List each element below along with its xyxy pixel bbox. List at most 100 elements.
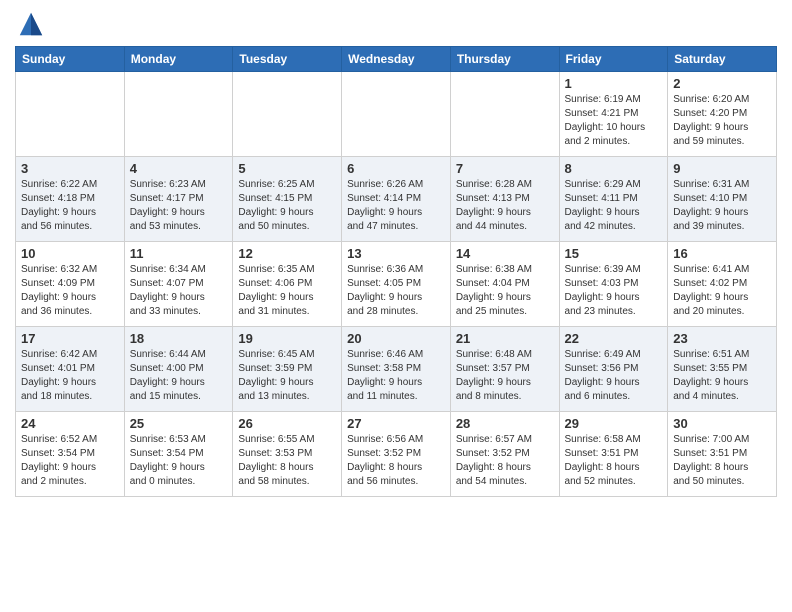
day-number: 18	[130, 331, 228, 346]
day-info: Sunrise: 6:39 AM Sunset: 4:03 PM Dayligh…	[565, 263, 663, 319]
day-number: 2	[673, 76, 771, 91]
day-number: 21	[456, 331, 554, 346]
day-number: 15	[565, 246, 663, 261]
day-number: 4	[130, 161, 228, 176]
day-number: 13	[347, 246, 445, 261]
day-number: 22	[565, 331, 663, 346]
day-number: 10	[21, 246, 119, 261]
calendar-cell	[342, 72, 451, 157]
day-number: 23	[673, 331, 771, 346]
calendar-cell: 13 Sunrise: 6:36 AM Sunset: 4:05 PM Dayli…	[342, 242, 451, 327]
calendar-table: SundayMondayTuesdayWednesdayThursdayFrid…	[15, 46, 777, 497]
weekday-header-wednesday: Wednesday	[342, 47, 451, 72]
day-number: 6	[347, 161, 445, 176]
calendar-cell: 11 Sunrise: 6:34 AM Sunset: 4:07 PM Dayli…	[124, 242, 233, 327]
day-number: 28	[456, 416, 554, 431]
calendar-cell: 21 Sunrise: 6:48 AM Sunset: 3:57 PM Dayli…	[450, 327, 559, 412]
calendar-cell: 15 Sunrise: 6:39 AM Sunset: 4:03 PM Dayli…	[559, 242, 668, 327]
calendar-cell: 16 Sunrise: 6:41 AM Sunset: 4:02 PM Dayli…	[668, 242, 777, 327]
day-info: Sunrise: 6:29 AM Sunset: 4:11 PM Dayligh…	[565, 178, 663, 234]
day-info: Sunrise: 6:45 AM Sunset: 3:59 PM Dayligh…	[238, 348, 336, 404]
day-number: 8	[565, 161, 663, 176]
day-info: Sunrise: 6:32 AM Sunset: 4:09 PM Dayligh…	[21, 263, 119, 319]
day-info: Sunrise: 6:19 AM Sunset: 4:21 PM Dayligh…	[565, 93, 663, 149]
day-info: Sunrise: 6:28 AM Sunset: 4:13 PM Dayligh…	[456, 178, 554, 234]
calendar-cell: 17Sunrise: 6:42 AM Sunset: 4:01 PM Dayli…	[16, 327, 125, 412]
calendar-cell: 2 Sunrise: 6:20 AM Sunset: 4:20 PM Daylig…	[668, 72, 777, 157]
day-info: Sunrise: 6:42 AM Sunset: 4:01 PM Dayligh…	[21, 348, 119, 404]
calendar-cell	[450, 72, 559, 157]
day-info: Sunrise: 6:31 AM Sunset: 4:10 PM Dayligh…	[673, 178, 771, 234]
calendar-page: SundayMondayTuesdayWednesdayThursdayFrid…	[0, 0, 792, 512]
day-info: Sunrise: 6:51 AM Sunset: 3:55 PM Dayligh…	[673, 348, 771, 404]
weekday-header-tuesday: Tuesday	[233, 47, 342, 72]
day-info: Sunrise: 6:22 AM Sunset: 4:18 PM Dayligh…	[21, 178, 119, 234]
calendar-cell: 18Sunrise: 6:44 AM Sunset: 4:00 PM Dayli…	[124, 327, 233, 412]
day-number: 12	[238, 246, 336, 261]
calendar-cell: 23 Sunrise: 6:51 AM Sunset: 3:55 PM Dayli…	[668, 327, 777, 412]
calendar-cell: 9 Sunrise: 6:31 AM Sunset: 4:10 PM Daylig…	[668, 157, 777, 242]
logo-icon	[17, 10, 45, 38]
calendar-cell: 5Sunrise: 6:25 AM Sunset: 4:15 PM Daylig…	[233, 157, 342, 242]
day-info: Sunrise: 7:00 AM Sunset: 3:51 PM Dayligh…	[673, 433, 771, 489]
calendar-cell: 25 Sunrise: 6:53 AM Sunset: 3:54 PM Dayli…	[124, 412, 233, 497]
day-number: 1	[565, 76, 663, 91]
day-info: Sunrise: 6:35 AM Sunset: 4:06 PM Dayligh…	[238, 263, 336, 319]
day-number: 11	[130, 246, 228, 261]
day-info: Sunrise: 6:57 AM Sunset: 3:52 PM Dayligh…	[456, 433, 554, 489]
day-number: 29	[565, 416, 663, 431]
calendar-cell: 20Sunrise: 6:46 AM Sunset: 3:58 PM Dayli…	[342, 327, 451, 412]
day-info: Sunrise: 6:38 AM Sunset: 4:04 PM Dayligh…	[456, 263, 554, 319]
day-number: 7	[456, 161, 554, 176]
calendar-cell: 3 Sunrise: 6:22 AM Sunset: 4:18 PM Daylig…	[16, 157, 125, 242]
day-info: Sunrise: 6:23 AM Sunset: 4:17 PM Dayligh…	[130, 178, 228, 234]
day-number: 30	[673, 416, 771, 431]
calendar-cell: 26 Sunrise: 6:55 AM Sunset: 3:53 PM Dayli…	[233, 412, 342, 497]
day-info: Sunrise: 6:20 AM Sunset: 4:20 PM Dayligh…	[673, 93, 771, 149]
day-info: Sunrise: 6:56 AM Sunset: 3:52 PM Dayligh…	[347, 433, 445, 489]
day-info: Sunrise: 6:55 AM Sunset: 3:53 PM Dayligh…	[238, 433, 336, 489]
calendar-cell	[16, 72, 125, 157]
day-number: 3	[21, 161, 119, 176]
logo	[15, 10, 45, 38]
day-number: 9	[673, 161, 771, 176]
header	[15, 10, 777, 38]
calendar-week-5: 24Sunrise: 6:52 AM Sunset: 3:54 PM Dayli…	[16, 412, 777, 497]
day-number: 16	[673, 246, 771, 261]
calendar-cell	[233, 72, 342, 157]
calendar-cell: 27 Sunrise: 6:56 AM Sunset: 3:52 PM Dayli…	[342, 412, 451, 497]
day-info: Sunrise: 6:53 AM Sunset: 3:54 PM Dayligh…	[130, 433, 228, 489]
day-info: Sunrise: 6:58 AM Sunset: 3:51 PM Dayligh…	[565, 433, 663, 489]
weekday-header-monday: Monday	[124, 47, 233, 72]
calendar-cell: 10 Sunrise: 6:32 AM Sunset: 4:09 PM Dayli…	[16, 242, 125, 327]
calendar-cell: 30 Sunrise: 7:00 AM Sunset: 3:51 PM Dayli…	[668, 412, 777, 497]
calendar-cell: 24Sunrise: 6:52 AM Sunset: 3:54 PM Dayli…	[16, 412, 125, 497]
day-info: Sunrise: 6:46 AM Sunset: 3:58 PM Dayligh…	[347, 348, 445, 404]
calendar-cell: 4 Sunrise: 6:23 AM Sunset: 4:17 PM Daylig…	[124, 157, 233, 242]
calendar-week-3: 10 Sunrise: 6:32 AM Sunset: 4:09 PM Dayli…	[16, 242, 777, 327]
day-info: Sunrise: 6:49 AM Sunset: 3:56 PM Dayligh…	[565, 348, 663, 404]
day-number: 26	[238, 416, 336, 431]
calendar-cell: 22 Sunrise: 6:49 AM Sunset: 3:56 PM Dayli…	[559, 327, 668, 412]
calendar-cell	[124, 72, 233, 157]
day-number: 19	[238, 331, 336, 346]
day-info: Sunrise: 6:36 AM Sunset: 4:05 PM Dayligh…	[347, 263, 445, 319]
weekday-header-sunday: Sunday	[16, 47, 125, 72]
weekday-header-friday: Friday	[559, 47, 668, 72]
logo-area	[15, 10, 45, 38]
calendar-cell: 8 Sunrise: 6:29 AM Sunset: 4:11 PM Daylig…	[559, 157, 668, 242]
day-info: Sunrise: 6:41 AM Sunset: 4:02 PM Dayligh…	[673, 263, 771, 319]
day-number: 25	[130, 416, 228, 431]
day-info: Sunrise: 6:34 AM Sunset: 4:07 PM Dayligh…	[130, 263, 228, 319]
day-info: Sunrise: 6:52 AM Sunset: 3:54 PM Dayligh…	[21, 433, 119, 489]
weekday-header-thursday: Thursday	[450, 47, 559, 72]
calendar-week-1: 1 Sunrise: 6:19 AM Sunset: 4:21 PM Daylig…	[16, 72, 777, 157]
calendar-cell: 7 Sunrise: 6:28 AM Sunset: 4:13 PM Daylig…	[450, 157, 559, 242]
calendar-cell: 19 Sunrise: 6:45 AM Sunset: 3:59 PM Dayli…	[233, 327, 342, 412]
calendar-cell: 29 Sunrise: 6:58 AM Sunset: 3:51 PM Dayli…	[559, 412, 668, 497]
calendar-week-4: 17Sunrise: 6:42 AM Sunset: 4:01 PM Dayli…	[16, 327, 777, 412]
calendar-cell: 14Sunrise: 6:38 AM Sunset: 4:04 PM Dayli…	[450, 242, 559, 327]
day-info: Sunrise: 6:48 AM Sunset: 3:57 PM Dayligh…	[456, 348, 554, 404]
calendar-cell: 1 Sunrise: 6:19 AM Sunset: 4:21 PM Daylig…	[559, 72, 668, 157]
day-number: 27	[347, 416, 445, 431]
